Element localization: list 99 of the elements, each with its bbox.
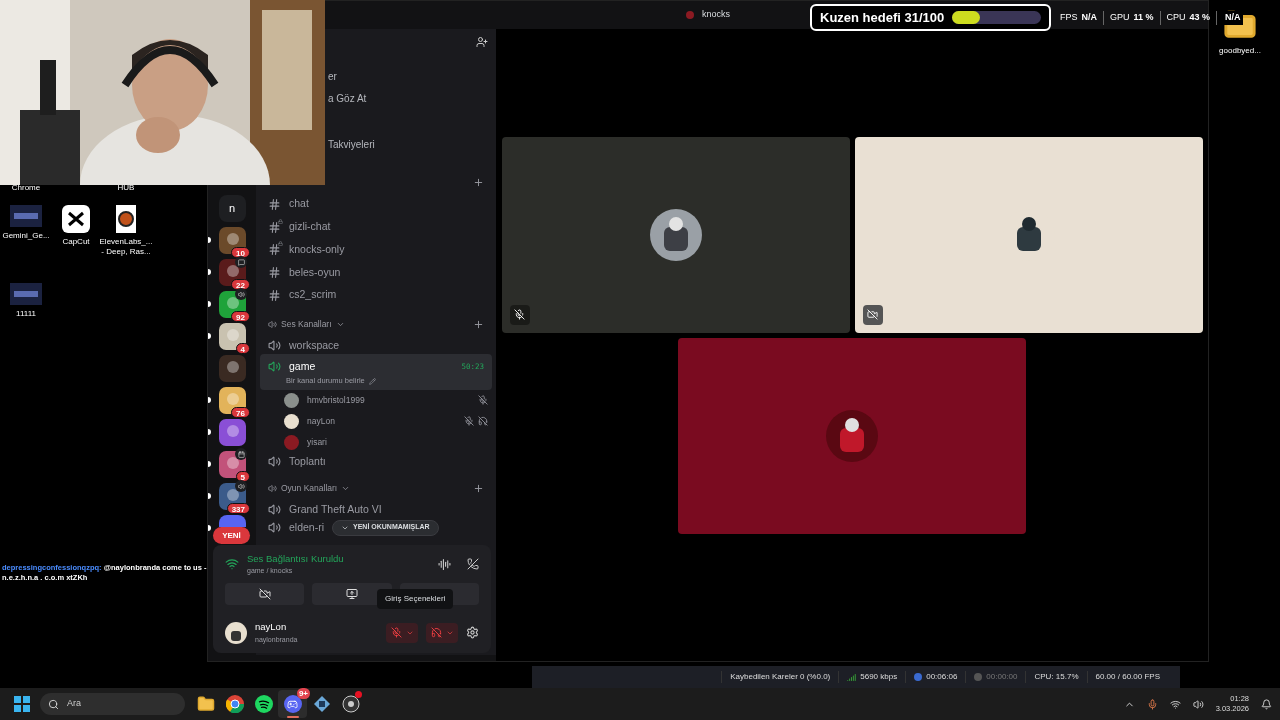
- speaker-icon: [268, 359, 281, 373]
- server-icon[interactable]: [218, 418, 246, 446]
- signal-icon: [225, 557, 239, 571]
- search-field[interactable]: Ara: [40, 693, 185, 715]
- voice-user[interactable]: yisari: [280, 431, 488, 453]
- voice-channel[interactable]: Toplantı: [260, 452, 492, 471]
- image-thumbnail-icon: [10, 205, 42, 227]
- disconnect-icon[interactable]: [467, 558, 479, 570]
- voice-user[interactable]: nayLon: [280, 410, 488, 432]
- stat-value: 11 %: [1133, 11, 1154, 24]
- video-tile[interactable]: [501, 136, 850, 333]
- record-icon: [974, 673, 983, 681]
- video-tile[interactable]: [678, 337, 1026, 534]
- hash-icon: [268, 265, 281, 279]
- stream-icon: [914, 673, 923, 681]
- bitrate: 5690 kbps: [860, 671, 898, 683]
- text-channel[interactable]: knocks-only: [260, 238, 492, 262]
- volume-icon[interactable]: [1192, 698, 1204, 710]
- new-pill[interactable]: YENİ: [213, 527, 250, 544]
- controller-icon: [287, 698, 298, 710]
- speaker-icon: [268, 503, 281, 517]
- bitrate-icon: [847, 672, 857, 682]
- voice-channel[interactable]: Grand Theft Auto VI: [260, 500, 492, 519]
- screen-share-icon: [346, 588, 358, 600]
- server-icon: [686, 11, 694, 19]
- stream-time: 00:06:06: [926, 671, 958, 683]
- network-icon[interactable]: [1169, 698, 1181, 710]
- headphones-off-icon: [430, 627, 442, 639]
- search-icon: [48, 698, 59, 710]
- camera-off-button[interactable]: [225, 583, 305, 605]
- cpu-usage: CPU: 15.7%: [1025, 671, 1087, 683]
- stat-value: 43 %: [1189, 11, 1211, 24]
- unread-count-badge: 4: [235, 343, 250, 354]
- discord-taskbar-icon[interactable]: 9+: [278, 690, 307, 718]
- speaker-icon: [268, 521, 281, 535]
- pencil-icon: [368, 377, 376, 385]
- unread-count-badge: 337: [226, 503, 250, 514]
- menu-item[interactable]: er: [328, 66, 337, 88]
- category-icon: [268, 319, 277, 329]
- server-icon[interactable]: [218, 322, 246, 350]
- avatar: [284, 434, 299, 450]
- server-icon[interactable]: n: [218, 194, 246, 222]
- avatar: [284, 413, 299, 429]
- stat-label: CPU: [1166, 11, 1186, 24]
- media-file-icon: [116, 205, 136, 233]
- add-channel-icon[interactable]: [473, 483, 484, 495]
- menu-item[interactable]: Takviyeleri: [328, 134, 375, 156]
- settings-icon[interactable]: [466, 626, 479, 640]
- server-icon[interactable]: [218, 386, 246, 414]
- text-channel[interactable]: gizli-chat: [260, 215, 492, 239]
- unread-count-badge: 76: [231, 407, 250, 418]
- image-thumbnail-icon: [10, 283, 42, 305]
- desktop-icon-label[interactable]: Gemini_Ge...: [0, 231, 54, 241]
- stat-value: N/A: [1223, 11, 1243, 25]
- username: nayLon: [255, 620, 288, 635]
- microphone-icon[interactable]: [1146, 698, 1158, 710]
- text-channel[interactable]: chat: [260, 193, 492, 216]
- voice-activity-icon[interactable]: [438, 557, 451, 571]
- text-channel[interactable]: beles-oyun: [260, 261, 492, 284]
- mute-button[interactable]: [386, 622, 418, 643]
- speaker-icon: [268, 338, 281, 352]
- stat-value: N/A: [1081, 11, 1097, 24]
- avatar: [284, 392, 299, 408]
- dropped-frames: Kaybedilen Kareler 0 (%0.0): [721, 671, 839, 683]
- desktop-icon-label[interactable]: HUB: [98, 183, 154, 193]
- goal-label: Kuzen hedefi 31/100: [820, 8, 945, 27]
- add-channel-icon[interactable]: [473, 176, 484, 188]
- desktop-icon-label[interactable]: goodbyed...: [1212, 46, 1268, 56]
- window-title: knocks: [702, 8, 730, 22]
- deafen-button[interactable]: [426, 622, 458, 643]
- video-tile[interactable]: [854, 136, 1203, 333]
- camera-off-icon: [258, 588, 271, 600]
- add-channel-icon[interactable]: [473, 318, 484, 330]
- record-time: 00:00:00: [986, 671, 1018, 683]
- tooltip: Giriş Seçenekleri: [377, 589, 454, 609]
- stat-label: GPU: [1110, 11, 1130, 24]
- connection-status: Ses Bağlantısı Kuruldu: [247, 551, 344, 566]
- text-channel[interactable]: cs2_scrim: [260, 283, 492, 307]
- invite-icon[interactable]: [476, 36, 488, 48]
- voice-channel[interactable]: workspace: [260, 336, 492, 355]
- stat-label: FPS: [1060, 11, 1078, 24]
- hash-icon: [268, 288, 281, 302]
- hash-icon: [268, 197, 281, 211]
- voice-user[interactable]: hmvbristol1999: [280, 389, 488, 411]
- desktop-icon-label[interactable]: ElevenLabs_... - Deep, Ras...: [98, 237, 154, 257]
- category-icon: [268, 484, 277, 494]
- menu-item[interactable]: a Göz At: [328, 88, 367, 110]
- mic-off-icon: [390, 627, 402, 639]
- category-label[interactable]: Oyun Kanalları: [281, 482, 338, 496]
- avatar: [225, 621, 247, 644]
- desktop-icon-label[interactable]: Chrome: [0, 183, 54, 193]
- app-icon: [62, 205, 90, 233]
- desktop-icon-label[interactable]: 11111: [0, 309, 54, 319]
- category-label[interactable]: Ses Kanalları: [281, 318, 332, 331]
- fps-reading: 60.00 / 60.00 FPS: [1086, 671, 1168, 683]
- speaker-icon: [268, 455, 281, 469]
- unread-count-badge: 92: [231, 311, 250, 322]
- notifications-icon[interactable]: [1261, 698, 1272, 710]
- server-icon[interactable]: [218, 226, 246, 254]
